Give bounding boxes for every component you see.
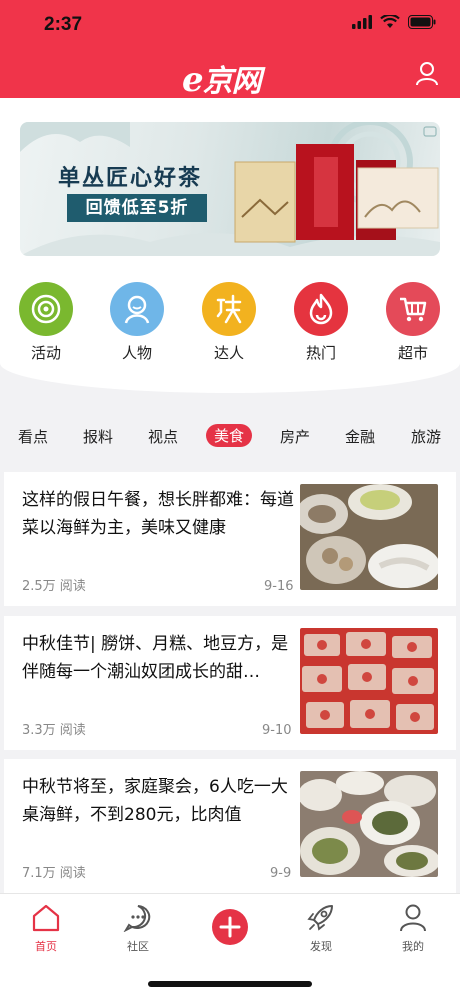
tab-kandian[interactable]: 看点 [18,426,48,447]
article-card[interactable]: 中秋佳节| 朥饼、月糕、地豆方，是伴随每一个潮汕奴团成长的甜… 3.3万 阅读 … [4,616,456,750]
article-title: 中秋节将至，家庭聚会，6人吃一大桌海鲜，不到280元，比肉值 [22,777,288,825]
nav-label: 社区 [127,940,149,953]
shortcut-label: 人物 [121,344,152,362]
promo-banner[interactable]: 单丛匠心好茶 回馈低至5折 [20,122,440,256]
nav-discover[interactable]: 发现 [291,904,351,954]
tab-meishi[interactable]: 美食 [206,424,253,447]
status-icons [352,15,436,29]
shortcut-activity[interactable]: 活动 [16,282,76,363]
nav-label: 首页 [35,940,57,953]
user-icon [400,904,426,932]
article-reads: 3.3万 阅读 [22,723,86,738]
banner-title: 单丛匠心好茶 [58,166,203,191]
shortcut-market[interactable]: 超市 [383,282,443,363]
chat-icon [123,905,151,933]
banner-section: 单丛匠心好茶 回馈低至5折 [0,98,460,268]
user-icon [416,62,438,86]
article-date: 9-9 [270,866,292,881]
top-bar: 2:37 e京网 [0,0,460,100]
home-icon [32,904,60,932]
tab-lvyou[interactable]: 旅游 [411,426,441,447]
battery-icon [408,15,436,29]
article-card[interactable]: 中秋节将至，家庭聚会，6人吃一大桌海鲜，不到280元，比肉值 7.1万 阅读 9… [4,759,456,893]
nav-add[interactable] [200,908,260,950]
article-thumbnail [300,771,438,877]
article-reads: 7.1万 阅读 [22,866,86,881]
status-time: 2:37 [44,14,83,35]
tab-baoliao[interactable]: 报料 [83,426,113,447]
expert-icon [202,282,256,336]
nav-profile[interactable]: 我的 [383,904,443,954]
tab-fangchan[interactable]: 房产 [280,426,310,447]
article-title: 中秋佳节| 朥饼、月糕、地豆方，是伴随每一个潮汕奴团成长的甜… [22,634,289,682]
nav-community[interactable]: 社区 [108,904,168,954]
article-card[interactable]: 这样的假日午餐，想长胖都难：每道菜以海鲜为主，美味又健康 2.5万 阅读 9-1… [4,472,456,606]
article-date: 9-16 [264,579,294,594]
target-icon [19,282,73,336]
nav-label: 发现 [310,940,332,953]
wifi-icon [380,15,400,28]
shortcut-people[interactable]: 人物 [107,282,167,363]
article-reads: 2.5万 阅读 [22,579,86,594]
rocket-icon [307,905,333,931]
shortcut-label: 热门 [305,344,336,362]
shortcut-label: 超市 [397,344,428,362]
article-date: 9-10 [262,723,292,738]
shortcut-expert[interactable]: 达人 [199,282,259,363]
home-indicator [148,981,312,987]
banner-subtitle: 回馈低至5折 [67,194,207,222]
article-title: 这样的假日午餐，想长胖都难：每道菜以海鲜为主，美味又健康 [22,490,294,538]
shortcut-hot[interactable]: 热门 [291,282,351,363]
signal-icon [352,15,372,29]
cart-icon [386,282,440,336]
article-thumbnail [300,484,438,590]
shortcut-label: 活动 [30,344,61,362]
shortcut-grid: 活动 人物 达人 热门 超市 [0,268,460,393]
profile-button[interactable] [416,62,438,90]
logo-e: e [182,60,204,100]
shortcut-label: 达人 [213,344,244,362]
nav-home[interactable]: 首页 [16,904,76,954]
app-logo: e京网 [182,56,262,100]
flame-icon [294,282,348,336]
person-icon [110,282,164,336]
nav-label: 我的 [402,940,424,953]
tab-shidian[interactable]: 视点 [148,426,178,447]
tab-jinrong[interactable]: 金融 [345,426,375,447]
plus-icon [212,909,248,945]
article-thumbnail [300,628,438,734]
category-tabs: 看点 报料 视点 美食 房产 金融 旅游 [0,424,460,454]
logo-text: 京网 [202,64,262,99]
